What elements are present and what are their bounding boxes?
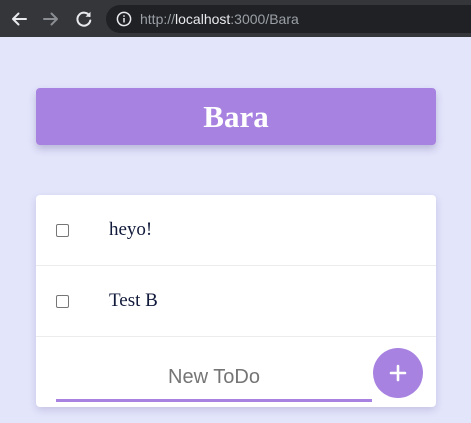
browser-toolbar: http://localhost:3000/Bara xyxy=(0,0,471,37)
title-card: Bara xyxy=(36,88,436,145)
url-path: :3000/Bara xyxy=(230,11,299,27)
todo-checkbox[interactable] xyxy=(56,224,69,237)
url-host: localhost xyxy=(175,11,231,27)
todo-item: heyo! xyxy=(36,195,436,266)
todo-list-card: heyo! Test B xyxy=(36,195,436,407)
url-text[interactable]: http://localhost:3000/Bara xyxy=(140,10,299,28)
todo-text: Test B xyxy=(109,290,158,311)
page-title: Bara xyxy=(203,98,269,134)
reload-button[interactable] xyxy=(73,8,95,30)
todo-item: Test B xyxy=(36,266,436,337)
new-todo-input[interactable] xyxy=(56,355,372,402)
reload-icon xyxy=(76,11,92,27)
arrow-left-icon xyxy=(12,12,27,26)
arrow-right-icon xyxy=(43,12,58,26)
back-button[interactable] xyxy=(8,8,30,30)
forward-button[interactable] xyxy=(40,8,62,30)
todo-checkbox[interactable] xyxy=(56,295,69,308)
address-bar[interactable]: http://localhost:3000/Bara xyxy=(106,5,471,33)
todo-text: heyo! xyxy=(109,219,153,240)
plus-icon xyxy=(389,364,407,382)
info-icon[interactable] xyxy=(116,11,132,27)
url-prefix: http:// xyxy=(140,11,176,27)
add-todo-button[interactable] xyxy=(373,348,423,398)
